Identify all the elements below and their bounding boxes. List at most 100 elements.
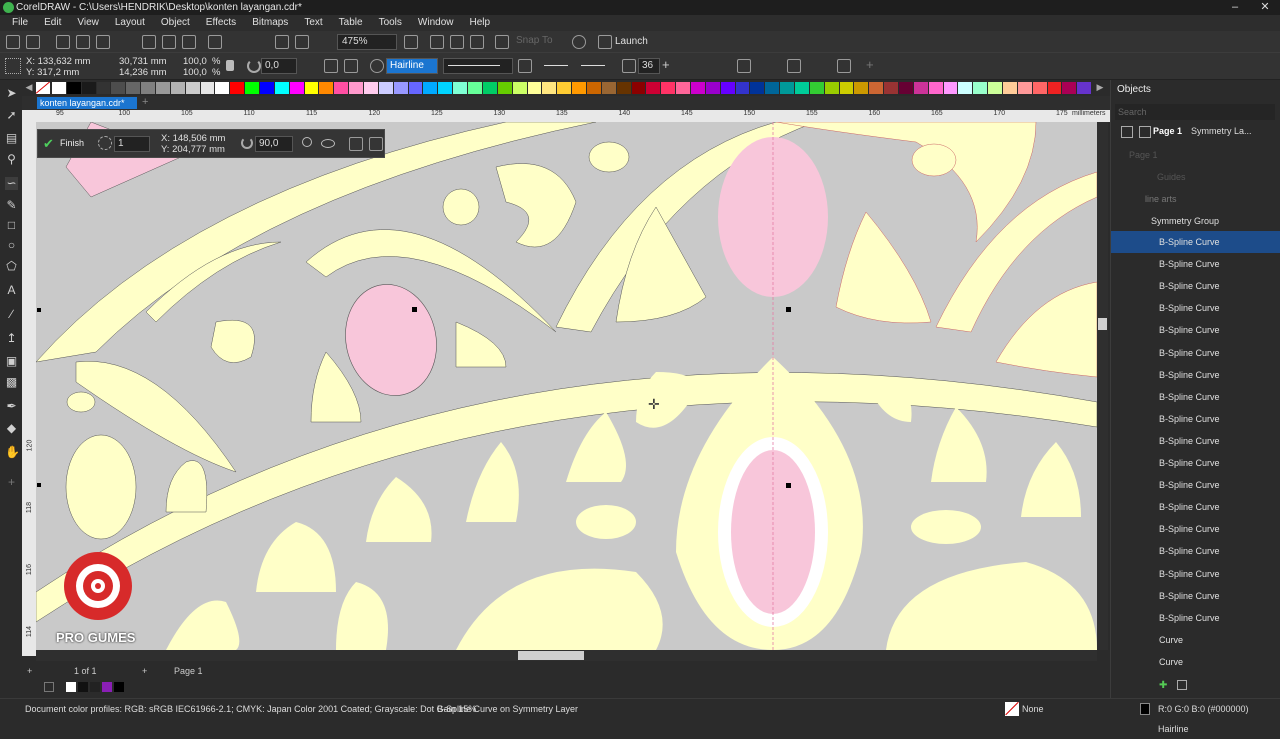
text-tool-icon[interactable]: A bbox=[5, 284, 18, 297]
full-screen-icon[interactable] bbox=[404, 35, 418, 49]
palette-swatch[interactable] bbox=[527, 82, 543, 94]
paste-icon[interactable] bbox=[182, 35, 196, 49]
palette-swatch[interactable] bbox=[676, 82, 691, 94]
palette-swatch[interactable] bbox=[200, 82, 216, 94]
connector-tool-icon[interactable]: ↥ bbox=[5, 332, 18, 345]
interactive-fill-icon[interactable]: ◆ bbox=[5, 422, 18, 435]
object-row[interactable]: B-Spline Curve bbox=[1111, 430, 1280, 452]
current-layer[interactable]: Symmetry La... bbox=[1191, 126, 1252, 136]
polygon-tool-icon[interactable]: ⬠ bbox=[5, 260, 18, 273]
palette-swatch[interactable] bbox=[52, 82, 67, 94]
palette-swatch[interactable] bbox=[468, 82, 483, 94]
palette-swatch[interactable] bbox=[646, 82, 662, 94]
drop-shadow-icon[interactable]: ▣ bbox=[5, 355, 18, 368]
horizontal-ruler[interactable]: 95 100 105 110 115 120 125 130 135 140 145 150 155 16… bbox=[36, 110, 1110, 122]
palette-swatch[interactable] bbox=[854, 82, 870, 94]
palette-swatch[interactable] bbox=[557, 82, 573, 94]
outline-pen-icon[interactable] bbox=[1140, 703, 1150, 715]
width-value[interactable]: 30,731 mm bbox=[119, 56, 167, 67]
export-icon[interactable] bbox=[295, 35, 309, 49]
edit-angle-field[interactable]: 90,0 bbox=[255, 136, 293, 152]
line-style-dropdown[interactable] bbox=[443, 58, 513, 74]
menu-bitmaps[interactable]: Bitmaps bbox=[244, 15, 296, 31]
scale-y[interactable]: 100,0 bbox=[183, 67, 207, 78]
palette-swatch[interactable] bbox=[334, 82, 350, 94]
tree-page[interactable]: Page 1 bbox=[1129, 150, 1158, 160]
mirror-vertical-icon[interactable] bbox=[344, 59, 358, 73]
add-page-end-icon[interactable]: + bbox=[142, 663, 147, 679]
doc-swatch-black[interactable] bbox=[78, 682, 88, 692]
mirror-horizontal-icon[interactable] bbox=[324, 59, 338, 73]
palette-swatch[interactable] bbox=[215, 82, 231, 94]
palette-swatch[interactable] bbox=[185, 82, 201, 94]
ellipse-node-icon[interactable] bbox=[321, 139, 335, 148]
palette-swatch[interactable] bbox=[1062, 82, 1078, 94]
menu-file[interactable]: File bbox=[4, 15, 36, 31]
ruler-origin[interactable] bbox=[22, 110, 36, 122]
palette-swatch[interactable] bbox=[245, 82, 261, 94]
smart-fill-icon[interactable]: ✋ bbox=[5, 446, 20, 459]
palette-swatch[interactable] bbox=[572, 82, 587, 94]
palette-swatch[interactable] bbox=[378, 82, 394, 94]
palette-swatch[interactable] bbox=[616, 82, 632, 94]
shape-tool-icon[interactable]: ➚ bbox=[5, 109, 18, 122]
tree-symmetry-group[interactable]: Symmetry Group bbox=[1151, 216, 1219, 226]
align-distribute-icon[interactable] bbox=[837, 59, 851, 73]
y-position[interactable]: Y: 317,2 mm bbox=[26, 67, 79, 78]
add-icon[interactable]: + bbox=[662, 57, 670, 72]
palette-swatch[interactable] bbox=[750, 82, 766, 94]
pick-tool-icon[interactable]: ➤ bbox=[5, 87, 18, 100]
object-row[interactable]: B-Spline Curve bbox=[1111, 474, 1280, 496]
lock-ratio-icon[interactable] bbox=[226, 60, 234, 71]
scale-x[interactable]: 100,0 bbox=[183, 56, 207, 67]
copy-icon[interactable] bbox=[162, 35, 176, 49]
palette-swatch[interactable] bbox=[1077, 82, 1093, 94]
object-row[interactable]: B-Spline Curve bbox=[1111, 518, 1280, 540]
eyedropper-palette-icon[interactable] bbox=[44, 682, 54, 692]
palette-swatch[interactable] bbox=[289, 82, 305, 94]
import-icon[interactable] bbox=[275, 35, 289, 49]
ellipse-tool-icon[interactable]: ○ bbox=[5, 239, 18, 252]
cut-icon[interactable] bbox=[142, 35, 156, 49]
palette-swatch[interactable] bbox=[839, 82, 855, 94]
palette-swatch[interactable] bbox=[735, 82, 751, 94]
menu-text[interactable]: Text bbox=[296, 15, 330, 31]
gear-icon[interactable] bbox=[572, 35, 586, 49]
palette-swatch[interactable] bbox=[1003, 82, 1018, 94]
palette-swatch[interactable] bbox=[170, 82, 186, 94]
doc-swatch-dark[interactable] bbox=[90, 682, 100, 692]
palette-swatch[interactable] bbox=[898, 82, 914, 94]
parallel-dimension-icon[interactable]: ∕ bbox=[5, 308, 18, 321]
palette-swatch[interactable] bbox=[809, 82, 825, 94]
new-tab-icon[interactable]: + bbox=[142, 96, 148, 108]
doc-swatch-white[interactable] bbox=[66, 682, 76, 692]
new-object-icon[interactable]: ✚ bbox=[1159, 680, 1169, 691]
menu-object[interactable]: Object bbox=[153, 15, 198, 31]
palette-swatch[interactable] bbox=[364, 82, 379, 94]
launch-icon[interactable] bbox=[598, 35, 612, 49]
palette-swatch[interactable] bbox=[780, 82, 795, 94]
palette-swatch[interactable] bbox=[958, 82, 974, 94]
no-color-swatch-icon[interactable] bbox=[36, 82, 50, 94]
palette-swatch[interactable] bbox=[408, 82, 424, 94]
color-palette[interactable] bbox=[52, 82, 1093, 96]
object-row[interactable]: B-Spline Curve bbox=[1111, 585, 1280, 607]
object-row[interactable]: B-Spline Curve bbox=[1111, 563, 1280, 585]
palette-swatch[interactable] bbox=[765, 82, 781, 94]
vertical-ruler[interactable]: 120 118 116 114 bbox=[22, 122, 36, 656]
object-row[interactable]: B-Spline Curve bbox=[1111, 540, 1280, 562]
palette-swatch[interactable] bbox=[988, 82, 1003, 94]
document-tab[interactable]: konten layangan.cdr* bbox=[37, 97, 137, 109]
palette-swatch[interactable] bbox=[230, 82, 246, 94]
menu-table[interactable]: Table bbox=[331, 15, 371, 31]
symmetry-toggle-icon[interactable] bbox=[369, 137, 383, 151]
palette-scroll-right-icon[interactable]: ▶ bbox=[1094, 82, 1106, 94]
palette-swatch[interactable] bbox=[690, 82, 706, 94]
drawing-canvas[interactable] bbox=[36, 122, 1097, 650]
palette-swatch[interactable] bbox=[884, 82, 899, 94]
reference-point-icon[interactable] bbox=[5, 58, 21, 74]
object-row[interactable]: B-Spline Curve bbox=[1111, 297, 1280, 319]
add-tool-icon[interactable]: + bbox=[5, 476, 18, 489]
palette-swatch[interactable] bbox=[423, 82, 439, 94]
palette-scroll-left-icon[interactable]: ◀ bbox=[22, 82, 36, 94]
